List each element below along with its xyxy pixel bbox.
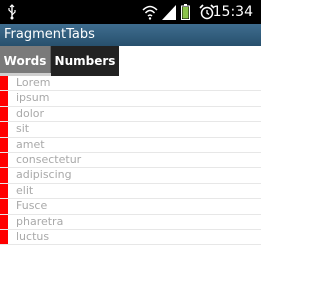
list-item[interactable]: dolor <box>0 106 261 123</box>
signal-icon <box>162 5 176 20</box>
item-marker <box>0 91 8 106</box>
word-list: Lorem ipsum dolor sit amet consectetur a… <box>0 76 261 246</box>
list-item[interactable]: Lorem <box>0 76 261 92</box>
list-item-label: Fusce <box>16 199 48 213</box>
status-clock: 15:34 <box>212 4 253 20</box>
list-item[interactable]: adipiscing <box>0 168 261 184</box>
list-item[interactable]: pharetra <box>0 214 261 230</box>
list-item-label: luctus <box>16 229 50 243</box>
item-marker <box>0 106 8 122</box>
item-marker <box>0 137 8 152</box>
list-item-label: ipsum <box>16 91 50 105</box>
app-title: FragmentTabs <box>4 27 95 42</box>
tab-numbers[interactable]: Numbers <box>51 46 119 76</box>
list-item[interactable]: ipsum <box>0 91 261 107</box>
wifi-icon <box>142 5 158 20</box>
list-item[interactable]: luctus <box>0 229 261 246</box>
status-bar: 15:34 <box>0 0 261 24</box>
list-item[interactable]: elit <box>0 183 261 200</box>
item-marker <box>0 122 8 137</box>
tab-words[interactable]: Words <box>0 46 51 76</box>
list-item-label: dolor <box>16 106 45 120</box>
list-item-label: sit <box>16 122 30 136</box>
usb-icon <box>8 4 16 20</box>
item-marker <box>0 183 8 199</box>
app-title-bar: FragmentTabs <box>0 24 261 46</box>
list-item[interactable]: sit <box>0 122 261 138</box>
tab-words-label: Words <box>3 54 47 68</box>
list-item-label: elit <box>16 183 34 197</box>
item-marker <box>0 199 8 214</box>
list-item-label: adipiscing <box>16 168 72 182</box>
list-item[interactable]: Fusce <box>0 199 261 215</box>
list-item-label: consectetur <box>16 152 82 166</box>
item-marker <box>0 214 8 229</box>
list-item-label: pharetra <box>16 214 64 228</box>
item-marker <box>0 229 8 245</box>
tab-numbers-label: Numbers <box>54 54 116 68</box>
item-marker <box>0 152 8 168</box>
battery-icon <box>181 4 190 20</box>
list-item[interactable]: amet <box>0 137 261 153</box>
list-item[interactable]: consectetur <box>0 152 261 169</box>
item-marker <box>0 168 8 183</box>
list-item-label: Lorem <box>16 76 51 89</box>
tab-bar: Words Numbers <box>0 46 261 76</box>
item-marker <box>0 76 8 91</box>
list-item-label: amet <box>16 137 45 151</box>
